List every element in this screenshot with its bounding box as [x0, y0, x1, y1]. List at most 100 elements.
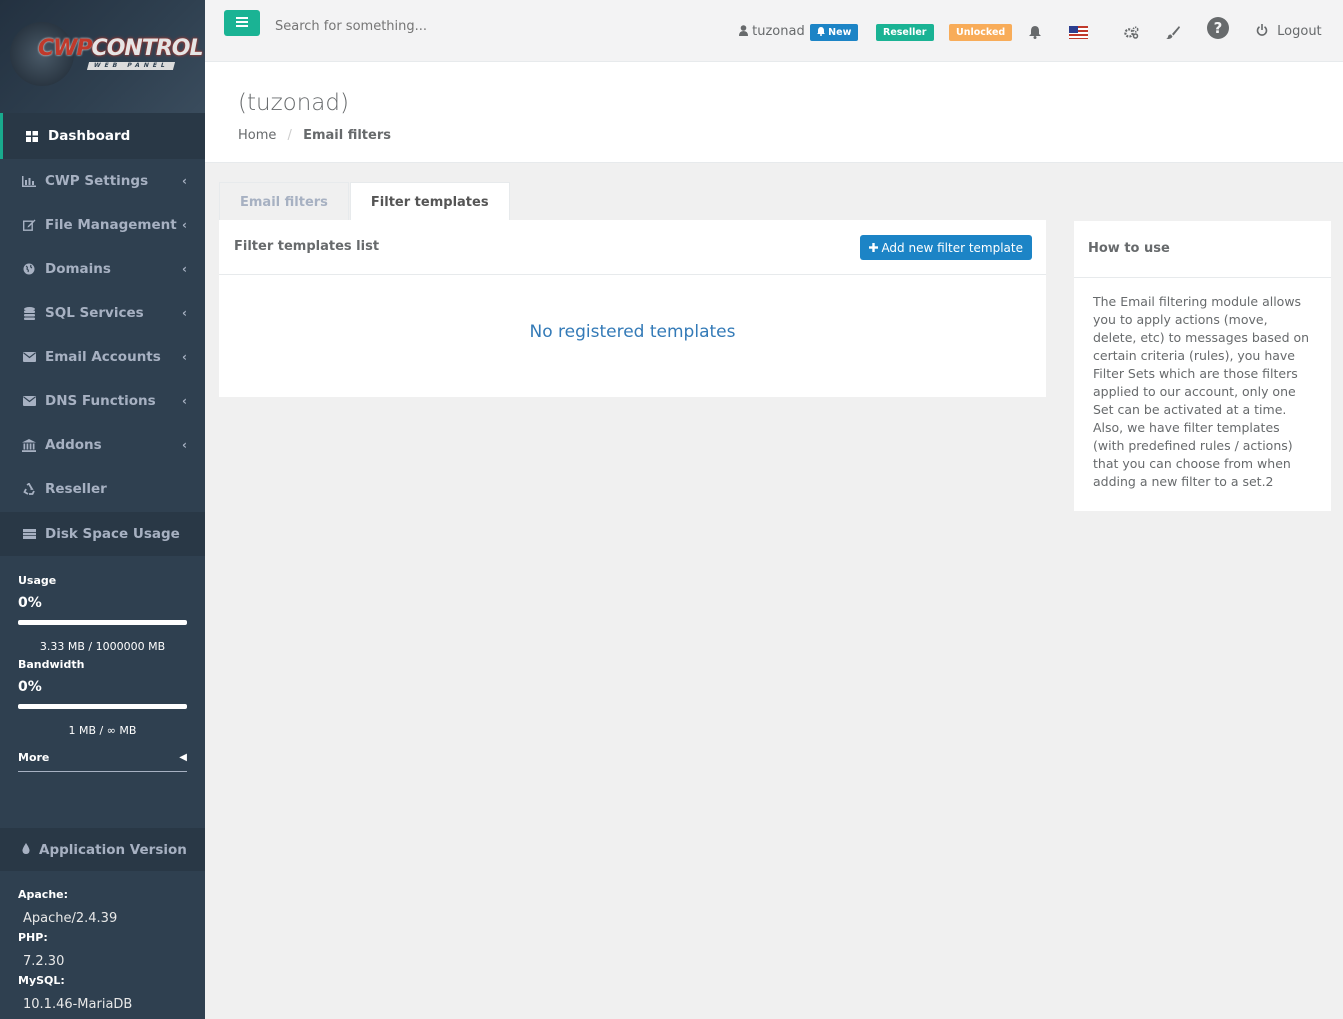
sidebar-item-dns-functions[interactable]: DNS Functions ‹ — [0, 379, 205, 423]
tab-filter-templates[interactable]: Filter templates — [349, 182, 510, 221]
logo-text: CWPCONTROL — [38, 36, 203, 61]
caret-left-icon: ◀ — [179, 752, 187, 763]
sidebar-item-label: Email Accounts — [45, 349, 161, 365]
sidebar-item-file-management[interactable]: File Management ‹ — [0, 203, 205, 247]
cogs-icon[interactable] — [1124, 26, 1139, 43]
application-version-heading[interactable]: Application Version — [0, 828, 205, 871]
page-heading: (tuzonad) Home / Email filters — [205, 62, 1343, 163]
logout-label: Logout — [1277, 24, 1322, 39]
sidebar-item-domains[interactable]: Domains ‹ — [0, 247, 205, 291]
edit-icon — [22, 219, 36, 231]
chevron-left-icon: ‹ — [182, 350, 187, 364]
search-input[interactable] — [275, 16, 575, 36]
hamburger-icon — [236, 15, 248, 31]
usage-detail: 3.33 MB / 1000000 MB — [39, 640, 166, 653]
reseller-badge[interactable]: Reseller — [876, 24, 934, 41]
apache-label: Apache: — [18, 888, 69, 901]
user-menu[interactable]: tuzonad New — [739, 24, 859, 41]
bandwidth-block: Bandwidth 0% 1 MB / ∞ MB — [0, 658, 205, 737]
application-version-label: Application Version — [39, 841, 187, 858]
plus-icon — [869, 241, 879, 255]
sidebar-item-dashboard[interactable]: Dashboard — [0, 113, 205, 159]
php-version: 7.2.30 — [23, 954, 65, 969]
breadcrumb-home[interactable]: Home — [238, 128, 276, 143]
database-icon — [22, 306, 36, 320]
more-toggle[interactable]: More ◀ — [18, 751, 187, 772]
chevron-left-icon: ‹ — [182, 306, 187, 320]
page-title: (tuzonad) — [238, 90, 349, 116]
usage-label: Usage — [18, 574, 57, 587]
sidebar-item-sql-services[interactable]: SQL Services ‹ — [0, 291, 205, 335]
breadcrumb: Home / Email filters — [238, 128, 391, 143]
sidebar-item-label: SQL Services — [45, 305, 144, 321]
sidebar-item-cwp-settings[interactable]: CWP Settings ‹ — [0, 159, 205, 203]
mysql-label: MySQL: — [18, 974, 65, 987]
bandwidth-percent: 0% — [18, 679, 42, 695]
sidebar-item-label: DNS Functions — [45, 393, 156, 409]
sidebar-item-label: Dashboard — [48, 128, 131, 144]
tab-email-filters[interactable]: Email filters — [219, 182, 349, 221]
sidebar-item-addons[interactable]: Addons ‹ — [0, 423, 205, 467]
chevron-left-icon: ‹ — [182, 438, 187, 452]
unlocked-badge[interactable]: Unlocked — [949, 24, 1013, 41]
filter-templates-panel: Filter templates list Add new filter tem… — [219, 220, 1046, 397]
how-to-use-panel: How to use The Email filtering module al… — [1074, 221, 1331, 511]
new-badge-label: New — [828, 27, 852, 38]
sidebar-item-label: CWP Settings — [45, 173, 149, 189]
notifications-bell-icon[interactable] — [1029, 26, 1041, 43]
logout-link[interactable]: Logout — [1256, 24, 1322, 39]
menu-toggle-button[interactable] — [224, 10, 260, 36]
us-flag-icon[interactable] — [1069, 26, 1088, 43]
user-icon — [739, 24, 752, 39]
bar-chart-icon — [22, 175, 36, 187]
recycle-icon — [22, 483, 36, 495]
sidebar-item-email-accounts[interactable]: Email Accounts ‹ — [0, 335, 205, 379]
chevron-left-icon: ‹ — [182, 394, 187, 408]
disk-usage-block: Usage 0% 3.33 MB / 1000000 MB — [0, 574, 205, 653]
more-label: More — [18, 751, 50, 764]
new-badge[interactable]: New — [809, 24, 859, 41]
tab-bar: Email filters Filter templates — [219, 182, 511, 221]
how-to-use-title: How to use — [1088, 241, 1170, 256]
empty-state-message: No registered templates — [529, 322, 736, 342]
help-icon[interactable]: ? — [1207, 17, 1229, 39]
sidebar-item-label: Addons — [45, 437, 102, 453]
panel-title: Filter templates list — [234, 239, 380, 254]
version-list: Apache: Apache/2.4.39 PHP: 7.2.30 MySQL:… — [18, 888, 132, 1017]
add-filter-template-label: Add new filter template — [881, 240, 1023, 255]
sidebar-item-label: Reseller — [45, 481, 107, 497]
sidebar-item-label: File Management — [45, 217, 177, 233]
logo-subtitle: WEB PANEL — [86, 62, 176, 70]
paint-brush-icon[interactable] — [1166, 26, 1180, 43]
username: tuzonad — [752, 24, 805, 39]
sidebar: CWPCONTROL WEB PANEL Dashboard CWP Setti… — [0, 0, 205, 1019]
dashboard-icon — [25, 130, 39, 142]
bandwidth-progress-bar — [18, 704, 187, 709]
usage-percent: 0% — [18, 595, 42, 611]
apache-version: Apache/2.4.39 — [23, 911, 118, 926]
how-to-use-header: How to use — [1074, 221, 1331, 278]
mysql-version: 10.1.46-MariaDB — [23, 997, 133, 1012]
usage-progress-bar — [18, 620, 187, 625]
tint-icon — [22, 842, 30, 857]
sidebar-item-label: Domains — [45, 261, 111, 277]
disk-space-heading[interactable]: Disk Space Usage — [0, 512, 205, 556]
add-filter-template-button[interactable]: Add new filter template — [860, 235, 1032, 260]
hdd-icon — [22, 529, 36, 539]
breadcrumb-current: Email filters — [303, 128, 391, 143]
chevron-left-icon: ‹ — [182, 262, 187, 276]
envelope-icon — [22, 396, 36, 406]
bell-icon — [816, 27, 828, 38]
chevron-left-icon: ‹ — [182, 174, 187, 188]
how-to-use-text: The Email filtering module allows you to… — [1093, 294, 1310, 489]
envelope-icon — [22, 352, 36, 362]
php-label: PHP: — [18, 931, 48, 944]
bank-icon — [22, 438, 36, 452]
bandwidth-label: Bandwidth — [18, 658, 85, 671]
chevron-left-icon: ‹ — [182, 218, 187, 232]
disk-space-heading-label: Disk Space Usage — [45, 526, 180, 542]
sidebar-item-reseller[interactable]: Reseller — [0, 467, 205, 511]
panel-header: Filter templates list Add new filter tem… — [219, 220, 1046, 275]
globe-icon — [22, 263, 36, 275]
logo[interactable]: CWPCONTROL WEB PANEL — [0, 0, 205, 113]
